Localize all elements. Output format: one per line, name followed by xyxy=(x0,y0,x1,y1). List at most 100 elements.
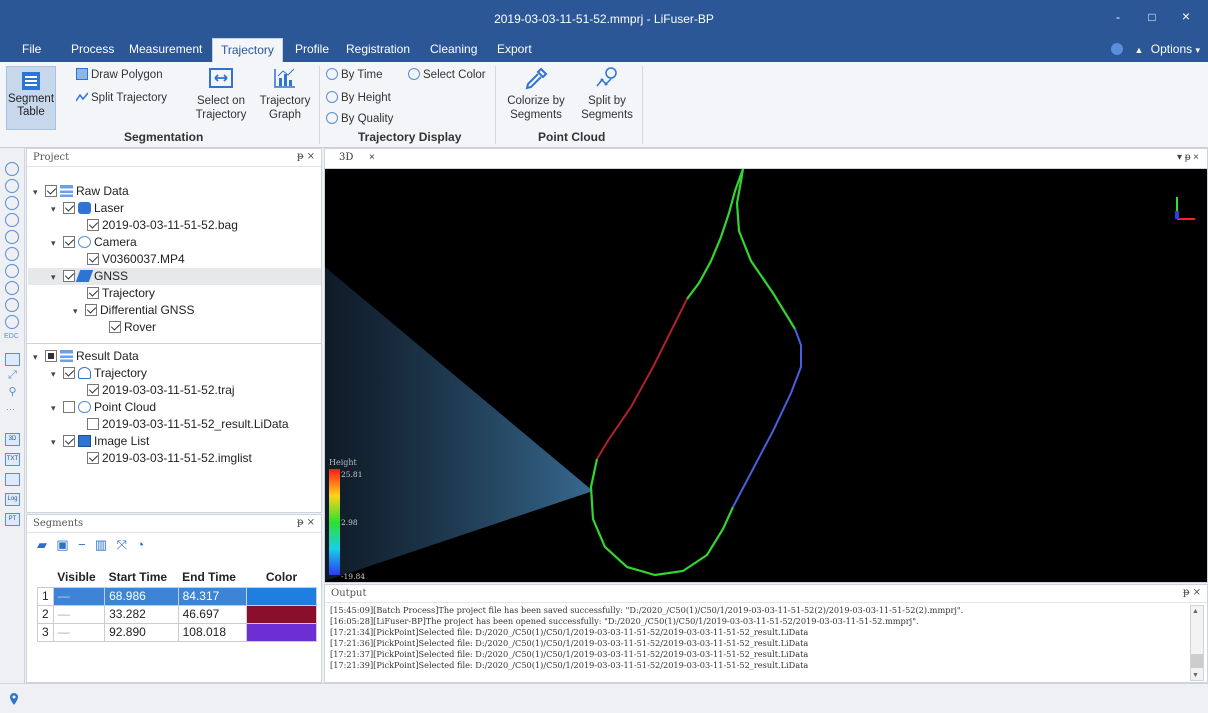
checkbox[interactable] xyxy=(63,435,75,447)
chevron-down-icon[interactable]: ▾ xyxy=(51,366,63,382)
menu-profile[interactable]: Profile xyxy=(295,42,329,56)
scroll-up-icon[interactable]: ▲ xyxy=(1192,608,1199,615)
checkbox[interactable] xyxy=(45,350,57,362)
layer-icon[interactable] xyxy=(5,353,20,366)
tree-gnss-trajectory[interactable]: Trajectory xyxy=(87,285,155,302)
tree-lidata-file[interactable]: 2019-03-03-11-51-52_result.LiData xyxy=(87,416,289,433)
checkbox[interactable] xyxy=(87,219,99,231)
checkbox[interactable] xyxy=(63,202,75,214)
color-cell[interactable] xyxy=(246,586,317,606)
tree-laser[interactable]: ▾ Laser xyxy=(51,200,124,217)
end-time-cell[interactable]: 46.697 xyxy=(177,604,248,624)
tool-icon[interactable] xyxy=(5,196,19,210)
menu-export[interactable]: Export xyxy=(497,42,532,56)
tool-icon[interactable] xyxy=(5,264,19,278)
pin-close-icon[interactable]: ᵽ × xyxy=(297,517,315,528)
tree-differential-gnss[interactable]: ▾ Differential GNSS xyxy=(73,302,194,319)
menu-process[interactable]: Process xyxy=(71,42,114,56)
checkbox[interactable] xyxy=(45,185,57,197)
scroll-down-icon[interactable]: ▼ xyxy=(1192,672,1199,679)
trajectory-graph-button[interactable]: Trajectory Graph xyxy=(256,66,314,122)
end-time-cell[interactable]: 84.317 xyxy=(177,586,248,606)
draw-polygon-button[interactable]: Draw Polygon xyxy=(76,68,163,81)
minimize-button[interactable]: - xyxy=(1108,10,1128,24)
by-quality-button[interactable]: By Quality xyxy=(326,112,393,125)
close-button[interactable]: × xyxy=(1176,8,1196,24)
end-time-cell[interactable]: 108.018 xyxy=(177,622,248,642)
visible-cell[interactable]: — xyxy=(52,604,106,624)
tool-icon[interactable] xyxy=(5,213,19,227)
view-3d-icon[interactable]: 3D xyxy=(5,433,20,446)
split-trajectory-button[interactable]: Split Trajectory xyxy=(76,91,167,104)
tree-mp4-file[interactable]: V0360037.MP4 xyxy=(87,251,185,268)
tree-raw-data[interactable]: ▾ Raw Data xyxy=(33,183,129,200)
checkbox[interactable] xyxy=(63,236,75,248)
tree-traj-file[interactable]: 2019-03-03-11-51-52.traj xyxy=(87,382,235,399)
chevron-down-icon[interactable]: ▾ xyxy=(51,400,63,416)
start-time-cell[interactable]: 92.890 xyxy=(104,622,179,642)
checkbox[interactable] xyxy=(87,253,99,265)
column-header[interactable]: Color xyxy=(246,567,317,588)
menu-trajectory[interactable]: Trajectory xyxy=(212,38,283,62)
chevron-down-icon[interactable]: ▾ xyxy=(51,235,63,251)
color-wheel-icon[interactable]: ◔ xyxy=(136,537,144,552)
pin-close-icon[interactable]: ᵽ × xyxy=(1183,587,1201,598)
table-row[interactable]: 3 — 92.890 108.018 xyxy=(37,622,317,642)
menu-measurement[interactable]: Measurement xyxy=(129,42,202,56)
chevron-down-icon[interactable]: ▾ xyxy=(51,269,63,285)
tree-imglist-file[interactable]: 2019-03-03-11-51-52.imglist xyxy=(87,450,252,467)
by-height-button[interactable]: By Height xyxy=(326,91,391,104)
start-time-cell[interactable]: 33.282 xyxy=(104,604,179,624)
checkbox[interactable] xyxy=(63,367,75,379)
checkbox[interactable] xyxy=(87,452,99,464)
menu-file[interactable]: File xyxy=(22,42,41,56)
color-cell[interactable] xyxy=(246,604,317,624)
fit-icon[interactable]: ⤧ xyxy=(117,537,127,553)
start-time-cell[interactable]: 68.986 xyxy=(104,586,179,606)
checkbox[interactable] xyxy=(63,270,75,282)
tree-image-list[interactable]: ▾ Image List xyxy=(51,433,149,450)
visible-cell[interactable]: — xyxy=(52,586,106,606)
table-row[interactable]: 2 — 33.282 46.697 xyxy=(37,604,317,624)
split-by-segments-button[interactable]: Split by Segments xyxy=(574,66,640,122)
column-header[interactable]: Visible xyxy=(53,567,105,588)
tree-point-cloud[interactable]: ▾ Point Cloud xyxy=(51,399,156,416)
more-icon[interactable]: ··· xyxy=(6,404,15,414)
location-pin-icon[interactable] xyxy=(8,692,20,706)
tab-close-icon[interactable]: × xyxy=(369,152,375,163)
select-color-button[interactable]: Select Color xyxy=(408,68,486,81)
tool-icon[interactable] xyxy=(5,247,19,261)
delete-icon[interactable]: ▥ xyxy=(95,537,107,553)
tool-icon[interactable] xyxy=(5,281,19,295)
checkbox[interactable] xyxy=(109,321,121,333)
settings-icon[interactable] xyxy=(1111,43,1124,55)
tool-icon[interactable] xyxy=(5,162,19,176)
tree-rover[interactable]: Rover xyxy=(109,319,156,336)
options-label[interactable]: Options xyxy=(1151,42,1192,56)
filter-icon[interactable]: ⚲ xyxy=(5,387,20,400)
open-folder-icon[interactable]: ▰ xyxy=(37,537,47,553)
output-log[interactable]: [15:45:09][Batch Process]The project fil… xyxy=(330,605,1185,671)
checkbox[interactable] xyxy=(85,304,97,316)
text-icon[interactable]: TXT xyxy=(5,453,20,466)
log-icon[interactable]: Log xyxy=(5,493,20,506)
window-controls-icon[interactable]: ▾ ᵽ × xyxy=(1177,152,1199,163)
pin-close-icon[interactable]: ᵽ × xyxy=(297,151,315,162)
tool-icon[interactable] xyxy=(5,298,19,312)
tree-gnss[interactable]: ▾ GNSS xyxy=(28,268,321,285)
visible-cell[interactable]: — xyxy=(52,622,106,642)
chevron-down-icon[interactable]: ▾ xyxy=(33,349,45,365)
tab-3d[interactable]: 3D xyxy=(339,152,353,163)
table-row[interactable]: 1 — 68.986 84.317 xyxy=(37,586,317,606)
tree-result-data[interactable]: ▾ Result Data xyxy=(33,348,139,365)
tree-bag-file[interactable]: 2019-03-03-11-51-52.bag xyxy=(87,217,238,234)
color-cell[interactable] xyxy=(246,622,317,642)
chevron-down-icon[interactable]: ▾ xyxy=(51,201,63,217)
chevron-down-icon[interactable]: ▾ xyxy=(51,434,63,450)
menu-registration[interactable]: Registration xyxy=(346,42,410,56)
segment-table-button[interactable]: Segment Table xyxy=(6,66,56,130)
column-header[interactable]: Start Time xyxy=(104,567,179,588)
chevron-down-icon[interactable]: ▾ xyxy=(73,303,85,319)
chevron-up-icon[interactable]: ▲ xyxy=(1135,45,1144,55)
column-header[interactable]: End Time xyxy=(178,567,247,588)
